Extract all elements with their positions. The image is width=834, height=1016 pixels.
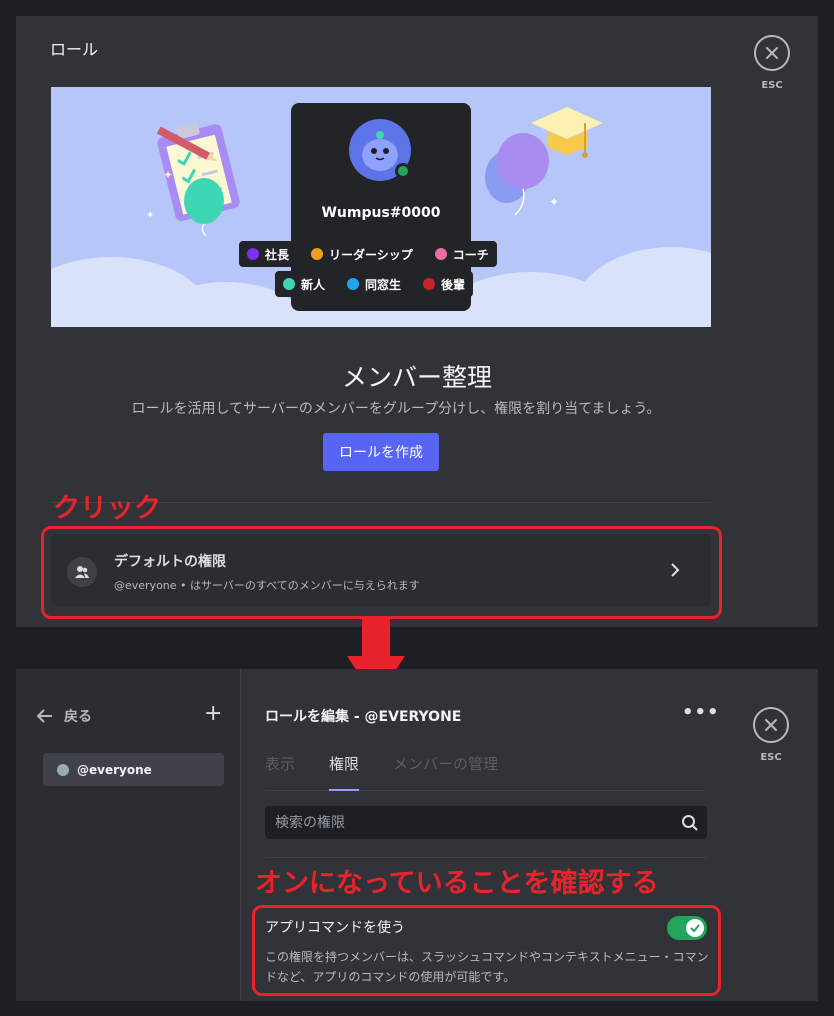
- username: Wumpus#0000: [321, 205, 441, 221]
- page-title: ロール: [50, 40, 99, 59]
- role-chip: 新人: [275, 271, 334, 297]
- role-edit-panel: 戻る + @everyone ロールを編集 - @EVERYONE ••• ES…: [16, 669, 818, 1001]
- arrow-left-icon: [36, 709, 52, 723]
- graduation-cap-icon: [531, 107, 603, 158]
- confirm-highlight-box: [252, 905, 721, 996]
- click-annotation: クリック: [53, 493, 161, 524]
- role-row-2: 新人 同窓生 後輩: [275, 271, 474, 297]
- role-label: 同窓生: [365, 277, 402, 292]
- role-label: 後輩: [441, 277, 466, 292]
- close-icon: [766, 47, 778, 59]
- pencil-icon: [156, 126, 218, 161]
- close-icon: [765, 719, 777, 731]
- tab-manage-members[interactable]: メンバーの管理: [393, 753, 498, 791]
- role-label: 新人: [301, 277, 326, 292]
- more-options-icon[interactable]: •••: [682, 702, 720, 723]
- close-button[interactable]: [753, 707, 789, 743]
- role-color-dot: [434, 248, 447, 260]
- roles-settings-panel: ロール ESC ✦ ✦ ✦ Wumpus#0000 社長 リーダーシップ コーチ…: [16, 16, 818, 627]
- role-item-label: @everyone: [77, 762, 152, 777]
- divider: [265, 857, 707, 858]
- close-button[interactable]: [754, 35, 790, 71]
- edit-role-title: ロールを編集 - @EVERYONE: [265, 709, 462, 725]
- close-settings[interactable]: ESC: [752, 35, 792, 91]
- permission-search: [265, 806, 707, 839]
- role-label: 社長: [265, 247, 290, 262]
- online-status-icon: [395, 163, 411, 179]
- role-chip: リーダーシップ: [303, 241, 421, 267]
- role-chip: 社長: [239, 241, 298, 267]
- search-input[interactable]: [265, 806, 665, 839]
- section-heading: メンバー整理: [341, 363, 492, 392]
- role-color-dot: [57, 763, 69, 776]
- role-color-dot: [283, 278, 295, 290]
- back-label: 戻る: [64, 709, 92, 725]
- tab-display[interactable]: 表示: [265, 753, 295, 791]
- confirm-annotation: オンになっていることを確認する: [255, 868, 659, 899]
- role-chip: 同窓生: [339, 271, 410, 297]
- role-color-dot: [423, 278, 436, 290]
- role-color-dot: [311, 248, 324, 260]
- role-color-dot: [247, 248, 259, 260]
- role-label: リーダーシップ: [329, 247, 413, 262]
- role-chip: 後輩: [415, 271, 474, 297]
- roles-banner-illustration: ✦ ✦ ✦ Wumpus#0000 社長 リーダーシップ コーチ 新人 同窓生 …: [51, 87, 711, 327]
- section-description: ロールを活用してサーバーのメンバーをグループ分けし、権限を割り当てましょう。: [131, 401, 661, 417]
- role-row-1: 社長 リーダーシップ コーチ: [239, 241, 497, 267]
- back-button[interactable]: 戻る: [36, 706, 92, 726]
- role-chip: コーチ: [426, 241, 497, 267]
- role-edit-tabs: 表示 権限 メンバーの管理: [265, 753, 705, 791]
- click-highlight-box: [41, 526, 722, 619]
- close-settings[interactable]: ESC: [751, 707, 791, 763]
- create-role-button[interactable]: ロールを作成: [323, 433, 439, 471]
- role-color-dot: [347, 278, 360, 290]
- sidebar-item-everyone[interactable]: @everyone: [43, 753, 224, 786]
- add-role-button[interactable]: +: [204, 703, 222, 725]
- role-label: コーチ: [452, 247, 489, 262]
- balloon-green-icon: [184, 178, 224, 237]
- role-sidebar: 戻る + @everyone: [16, 669, 241, 1001]
- search-icon: [682, 815, 698, 831]
- esc-label: ESC: [760, 752, 782, 763]
- tab-permissions[interactable]: 権限: [329, 753, 360, 791]
- esc-label: ESC: [761, 80, 783, 91]
